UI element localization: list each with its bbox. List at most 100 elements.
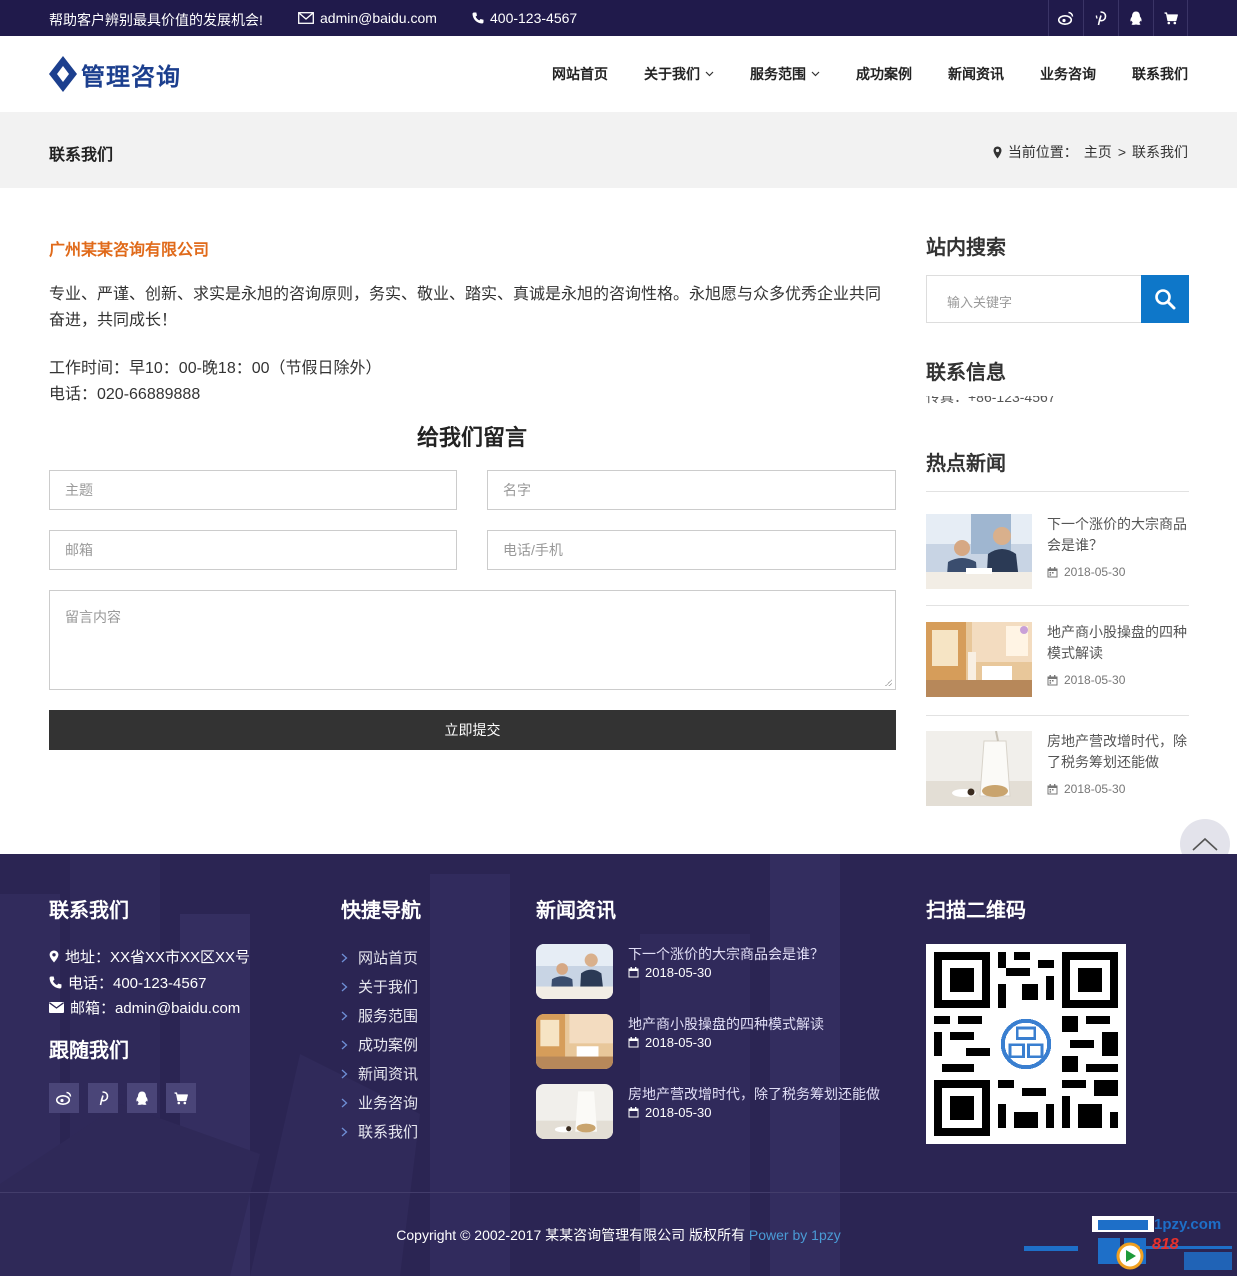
calendar-icon [628,1037,639,1048]
top-qq-link[interactable] [1118,0,1153,36]
divider [926,491,1189,492]
top-weibo-link[interactable] [1048,0,1083,36]
chevron-down-icon [705,71,714,77]
footer-news-date: 2018-05-30 [628,965,712,980]
nav-item-consult[interactable]: 业务咨询 [1040,64,1096,84]
hot-news-item[interactable]: 房地产营改增时代，除了税务筹划还能做 2018-05-30 [926,731,1189,807]
nav-item-services[interactable]: 服务范围 [750,64,820,84]
message-textarea[interactable]: 留言内容 [49,590,896,690]
phone-icon [49,976,62,989]
top-email-link[interactable]: admin@baidu.com [298,10,437,26]
top-email-text: admin@baidu.com [320,10,437,26]
pinterest-icon [99,1090,109,1105]
footer-pinterest-link[interactable] [88,1083,118,1113]
divider [926,715,1189,716]
top-pinterest-link[interactable] [1083,0,1118,36]
email-input[interactable]: 邮箱 [49,530,457,570]
logo-diamond-icon [49,56,77,92]
footer-news-title-text[interactable]: 下一个涨价的大宗商品会是谁？ [628,944,824,964]
submit-button[interactable]: 立即提交 [49,710,896,750]
quick-link-consult[interactable]: 业务咨询 [341,1092,418,1113]
quick-link-news[interactable]: 新闻资讯 [341,1063,418,1084]
quick-link-label: 新闻资讯 [358,1066,419,1083]
phone-input[interactable]: 电话/手机 [487,530,896,570]
news-thumbnail[interactable] [926,514,1032,589]
footer-news-item[interactable]: 地产商小股操盘的四种模式解读 2018-05-30 [536,1014,896,1069]
footer-news-title: 新闻资讯 [536,900,616,922]
address-text: 地址：XX省XX市XX区XX号 [65,949,251,966]
nav-item-cases[interactable]: 成功案例 [856,64,912,84]
watermark-logo: 1pzy.com 818 [1020,1212,1237,1276]
weibo-icon [1058,11,1074,25]
chevron-down-icon [811,71,820,77]
hot-news-date: 2018-05-30 [1047,565,1125,579]
nav-label: 网站首页 [552,66,608,82]
resize-grip-icon[interactable] [885,679,892,686]
contact-info-title: 联系信息 [926,362,1006,384]
hot-news-title-text[interactable]: 地产商小股操盘的四种模式解读 [1047,622,1189,664]
copyright-text: Copyright © 2002-2017 某某咨询管理有限公司 版权所有 [396,1227,746,1243]
name-placeholder: 名字 [503,482,531,498]
nav-item-about[interactable]: 关于我们 [644,64,714,84]
footer-news-item[interactable]: 房地产营改增时代，除了税务筹划还能做 2018-05-30 [536,1084,896,1139]
company-name: 广州某某咨询有限公司 [49,242,210,259]
breadcrumb-separator: > [1117,144,1126,160]
pinterest-icon [1095,10,1107,25]
quick-link-cases[interactable]: 成功案例 [341,1034,418,1055]
news-thumbnail[interactable] [536,1084,613,1139]
page-title-band: 联系我们 当前位置： 主页 > 联系我们 [0,112,1237,188]
footer-news-title-text[interactable]: 房地产营改增时代，除了税务筹划还能做 [628,1084,880,1104]
powered-by-link[interactable]: Power by 1pzy [749,1227,841,1243]
footer-news-title-text[interactable]: 地产商小股操盘的四种模式解读 [628,1014,824,1034]
hot-news-title-text[interactable]: 房地产营改增时代，除了税务筹划还能做 [1047,731,1189,773]
name-input[interactable]: 名字 [487,470,896,510]
hot-news-title-text[interactable]: 下一个涨价的大宗商品会是谁？ [1047,514,1189,556]
quick-link-label: 关于我们 [358,979,419,996]
subject-placeholder: 主题 [65,482,93,498]
date-text: 2018-05-30 [645,965,712,980]
news-thumbnail[interactable] [926,731,1032,806]
footer-quick-title: 快捷导航 [341,900,421,922]
search-input[interactable]: 输入关键字 [926,275,1189,323]
footer-phone: 电话：400-123-4567 [49,972,206,993]
nav-label: 联系我们 [1132,66,1188,82]
search-button[interactable] [1141,275,1189,323]
news-thumbnail[interactable] [536,1014,613,1069]
footer-weibo-link[interactable] [49,1083,79,1113]
email-placeholder: 邮箱 [65,542,93,558]
map-marker-icon [993,146,1002,158]
breadcrumb-home[interactable]: 主页 [1084,142,1112,162]
nav-item-news[interactable]: 新闻资讯 [948,64,1004,84]
quick-link-services[interactable]: 服务范围 [341,1005,418,1026]
nav-item-home[interactable]: 网站首页 [552,64,608,84]
chevron-right-icon [341,1098,348,1107]
news-thumbnail[interactable] [926,622,1032,697]
hot-news-item[interactable]: 地产商小股操盘的四种模式解读 2018-05-30 [926,622,1189,698]
logo[interactable]: 管理咨询 [49,56,181,92]
quick-link-home[interactable]: 网站首页 [341,947,418,968]
top-social-links [1048,0,1188,36]
chevron-right-icon [341,953,348,962]
nav-label: 新闻资讯 [948,66,1004,82]
subject-input[interactable]: 主题 [49,470,457,510]
chevron-right-icon [341,1040,348,1049]
footer-qq-link[interactable] [127,1083,157,1113]
search-icon [1155,289,1176,310]
form-title: 给我们留言 [416,425,527,450]
quick-link-label: 业务咨询 [358,1095,419,1112]
hot-news-item[interactable]: 下一个涨价的大宗商品会是谁？ 2018-05-30 [926,514,1189,590]
top-cart-link[interactable] [1153,0,1188,36]
news-thumbnail[interactable] [536,944,613,999]
quick-link-label: 网站首页 [358,950,419,967]
footer-news-item[interactable]: 下一个涨价的大宗商品会是谁？ 2018-05-30 [536,944,896,999]
quick-link-contact[interactable]: 联系我们 [341,1121,418,1142]
breadcrumb-current: 联系我们 [1132,144,1188,160]
qr-code-image [926,944,1126,1144]
logo-text: 管理咨询 [81,63,181,91]
contact-details: 工作时间：早10：00-晚18：00（节假日除外） 电话：020-6688988… [49,356,382,408]
footer-news-date: 2018-05-30 [628,1035,712,1050]
nav-item-contact[interactable]: 联系我们 [1132,64,1188,84]
top-phone-link[interactable]: 400-123-4567 [472,10,577,26]
footer-cart-link[interactable] [166,1083,196,1113]
quick-link-about[interactable]: 关于我们 [341,976,418,997]
